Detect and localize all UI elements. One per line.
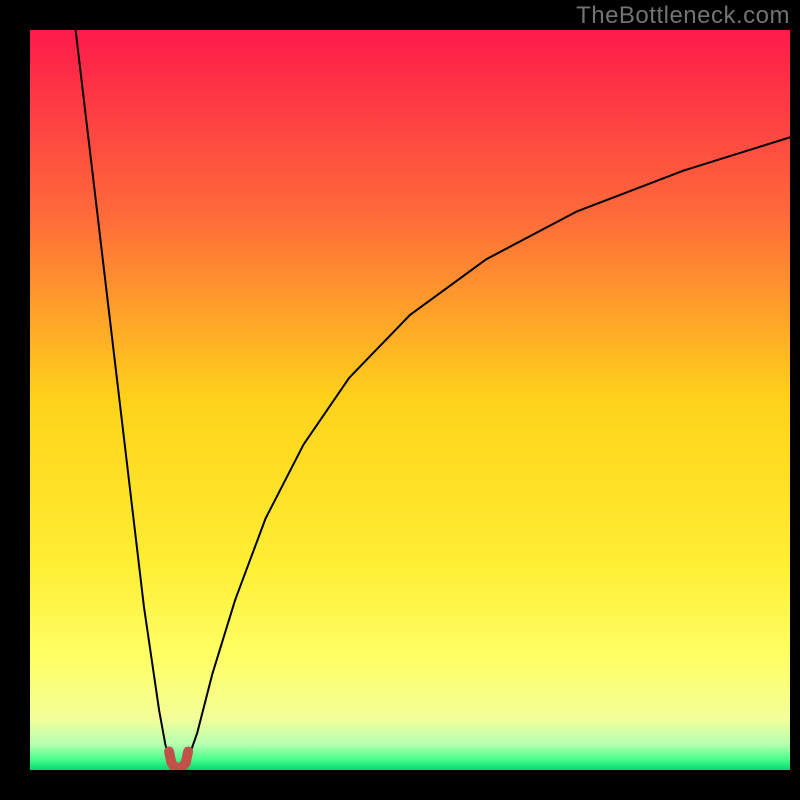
watermark-text: TheBottleneck.com [576,2,790,30]
bottleneck-chart [30,30,790,770]
chart-frame: TheBottleneck.com [0,0,800,800]
chart-background [30,30,790,770]
